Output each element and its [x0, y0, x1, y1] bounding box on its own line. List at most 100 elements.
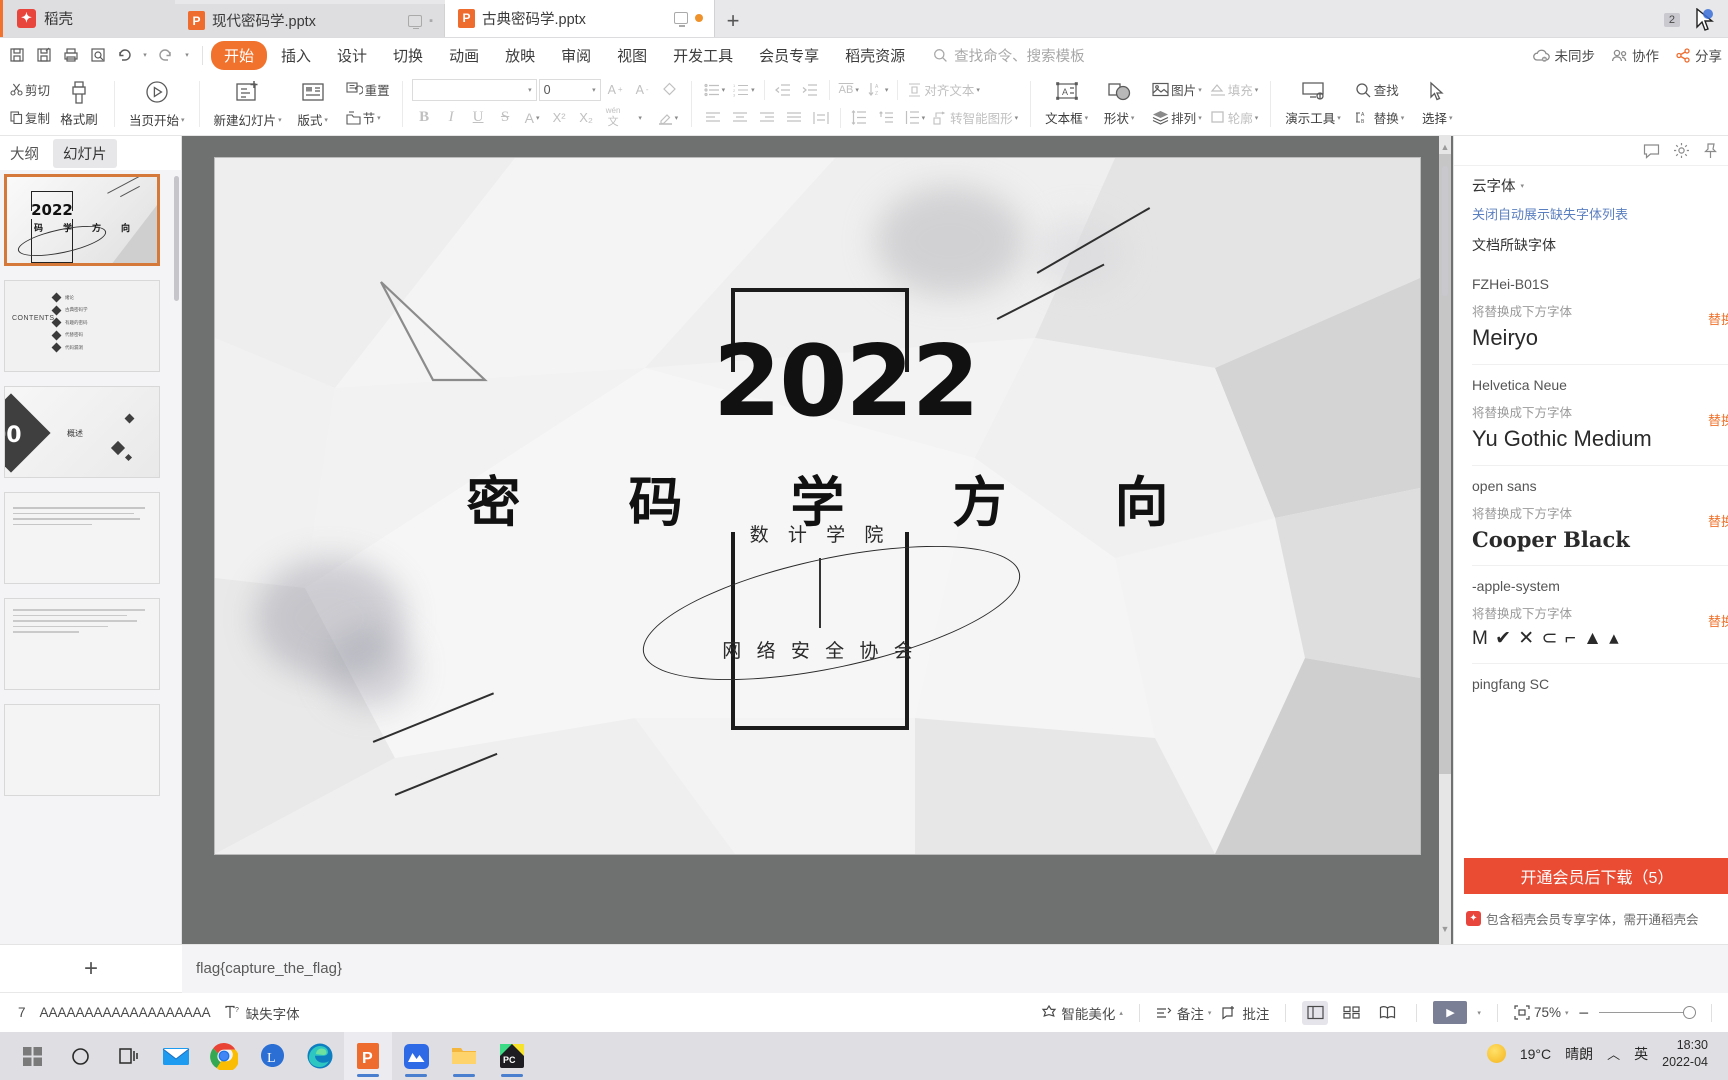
outline-button[interactable]: 轮廓 ▾ — [1207, 105, 1262, 130]
menu-item-member[interactable]: 会员专享 — [747, 41, 831, 70]
increase-indent-icon[interactable] — [798, 77, 823, 102]
textbox-button[interactable]: A 文本框 ▾ — [1040, 78, 1093, 129]
share-button[interactable]: 分享 — [1675, 45, 1722, 65]
lenovo-icon[interactable]: L — [248, 1032, 296, 1080]
slide-org-line-2[interactable]: 网 络 安 全 协 会 — [713, 636, 927, 663]
slide-org-line-1[interactable]: 数 计 学 院 — [713, 520, 927, 547]
font-family-input[interactable]: ▾ — [411, 78, 537, 101]
font-card-4[interactable]: -apple-system 将替换成下方字体 M ✔ ✕ ⊂ ⌐ ▲ ▴ 替换 — [1472, 567, 1728, 664]
gear-icon[interactable] — [1673, 142, 1690, 159]
slide-thumbnail-list[interactable]: 2022 码学方向 CONTENTS 绪论 古典密码学 有趣的密码 代替密码 代… — [0, 170, 181, 944]
arrange-button[interactable]: 排列 ▾ — [1149, 105, 1205, 130]
undo-caret-icon[interactable]: ▾ — [139, 43, 151, 68]
reset-button[interactable]: 重置 — [343, 77, 393, 102]
menu-item-slideshow[interactable]: 放映 — [493, 41, 547, 70]
italic-button[interactable]: I — [439, 105, 464, 130]
pycharm-icon[interactable]: PC — [488, 1032, 536, 1080]
print-icon[interactable] — [58, 43, 83, 68]
font-shrink-icon[interactable]: A- — [630, 77, 655, 102]
collaborate-button[interactable]: 协作 — [1611, 45, 1659, 65]
underline-button[interactable]: U — [466, 105, 491, 130]
smart-beautify-button[interactable]: 智能美化 ▴ — [1041, 1003, 1123, 1023]
superscript-button[interactable]: X² — [547, 105, 572, 130]
save-icon[interactable] — [4, 43, 29, 68]
menu-item-design[interactable]: 设计 — [325, 41, 379, 70]
slide-thumbnail-5[interactable] — [4, 598, 160, 690]
tab-slides[interactable]: 幻灯片 — [53, 138, 117, 168]
zoom-slider[interactable] — [1599, 1005, 1696, 1019]
present-monitor-icon[interactable] — [408, 14, 423, 30]
search-circle-icon[interactable] — [56, 1032, 104, 1080]
comments-button[interactable]: 批注 — [1221, 1003, 1269, 1023]
font-grow-icon[interactable]: A + — [603, 77, 628, 102]
subscript-button[interactable]: X₂ — [574, 105, 599, 130]
font-size-input[interactable]: 0 ▾ — [538, 78, 601, 101]
comment-icon[interactable] — [1643, 143, 1660, 159]
undo-icon[interactable] — [112, 43, 137, 68]
menu-item-transition[interactable]: 切换 — [381, 41, 435, 70]
new-slide-button[interactable]: 新建幻灯片 ▾ — [209, 76, 287, 131]
font-card-2-replace-button[interactable]: 替换 — [1708, 410, 1728, 429]
download-membership-button[interactable]: 开通会员后下载（5） — [1464, 858, 1728, 894]
decrease-indent-icon[interactable] — [771, 77, 796, 102]
slide-thumbnail-2[interactable]: CONTENTS 绪论 古典密码学 有趣的密码 代替密码 代码漏洞 — [4, 280, 160, 372]
zoom-out-button[interactable]: − — [1578, 1004, 1589, 1022]
present-monitor-icon[interactable] — [674, 12, 688, 27]
font-card-1-replace-button[interactable]: 替换 — [1708, 309, 1728, 328]
align-text-button[interactable]: 对齐文本 ▾ — [904, 77, 983, 102]
chrome-icon[interactable] — [200, 1032, 248, 1080]
slide-year-text[interactable]: 2022 — [713, 333, 980, 431]
tab-more-icon[interactable]: ▪ — [429, 15, 433, 27]
text-highlight-icon[interactable]: ▾ — [655, 105, 682, 130]
menu-item-view[interactable]: 视图 — [605, 41, 659, 70]
play-icon[interactable]: ▶ — [1433, 1001, 1468, 1024]
zoom-slider-knob[interactable] — [1683, 1005, 1696, 1019]
find-button[interactable]: 查找 — [1352, 77, 1402, 102]
mail-icon[interactable] — [152, 1032, 200, 1080]
numbered-list-icon[interactable]: 123 ▾ — [730, 77, 758, 102]
pin-icon[interactable] — [1703, 142, 1718, 159]
clear-format-icon[interactable] — [657, 77, 682, 102]
window-count-badge[interactable]: 2 — [1663, 13, 1680, 27]
sync-status-button[interactable]: 未同步 — [1532, 45, 1595, 65]
reading-view-icon[interactable] — [1374, 1001, 1400, 1025]
toggle-auto-show-link[interactable]: 关闭自动展示缺失字体列表 — [1454, 200, 1728, 231]
copy-button[interactable]: 复制 — [7, 105, 53, 130]
bold-button[interactable]: B — [412, 105, 437, 130]
start-from-page-button[interactable]: 当页开始 ▾ — [124, 76, 190, 131]
notes-toggle-button[interactable]: 备注 ▾ — [1156, 1003, 1211, 1023]
weather-temp[interactable]: 19°C — [1520, 1046, 1551, 1062]
clock[interactable]: 18:30 2022-04 — [1662, 1037, 1708, 1071]
select-button[interactable]: 选择 ▾ — [1411, 78, 1463, 129]
layout-button[interactable]: 版式 ▾ — [287, 76, 339, 131]
align-right-icon[interactable] — [755, 105, 780, 130]
normal-view-icon[interactable] — [1302, 1000, 1329, 1025]
document-tab-1[interactable]: P 现代密码学.pptx ▪ — [175, 4, 445, 37]
present-tools-button[interactable]: 演示工具 ▾ — [1280, 78, 1346, 129]
slide-thumbnail-3[interactable]: 00 概述 — [4, 386, 160, 478]
line-spacing-icon[interactable] — [847, 105, 872, 130]
font-card-3[interactable]: open sans 将替换成下方字体 Cooper Black 替换 — [1472, 467, 1728, 566]
slide-sorter-icon[interactable] — [1338, 1001, 1364, 1025]
weather-desc[interactable]: 晴朗 — [1565, 1044, 1593, 1064]
current-slide[interactable]: 2022 密 码 学 方 向 数 计 学 院 网 络 安 全 协 会 — [215, 158, 1420, 854]
menu-item-docer[interactable]: 稻壳资源 — [833, 41, 917, 70]
windows-start-icon[interactable] — [8, 1032, 56, 1080]
bullet-list-icon[interactable]: ▾ — [701, 77, 729, 102]
new-tab-button[interactable]: + — [715, 4, 751, 37]
speaker-notes-input[interactable]: flag{capture_the_flag} — [182, 944, 1728, 993]
menu-item-animation[interactable]: 动画 — [437, 41, 491, 70]
edge-icon[interactable] — [296, 1032, 344, 1080]
tab-outline[interactable]: 大纲 — [0, 139, 49, 168]
align-left-icon[interactable] — [701, 105, 726, 130]
menu-item-review[interactable]: 审阅 — [549, 41, 603, 70]
font-card-2[interactable]: Helvetica Neue 将替换成下方字体 Yu Gothic Medium… — [1472, 366, 1728, 466]
pinyin-caret-icon[interactable]: ▾ — [628, 105, 653, 130]
cut-button[interactable]: 剪切 — [7, 77, 53, 102]
wps-presentation-icon[interactable]: P — [344, 1032, 392, 1080]
task-view-icon[interactable] — [104, 1032, 152, 1080]
line-spacing-options-icon[interactable]: ▾ — [901, 105, 929, 130]
menu-item-insert[interactable]: 插入 — [269, 41, 323, 70]
font-card-3-replace-button[interactable]: 替换 — [1708, 511, 1728, 530]
chevron-down-icon[interactable]: ▾ — [1521, 182, 1525, 190]
